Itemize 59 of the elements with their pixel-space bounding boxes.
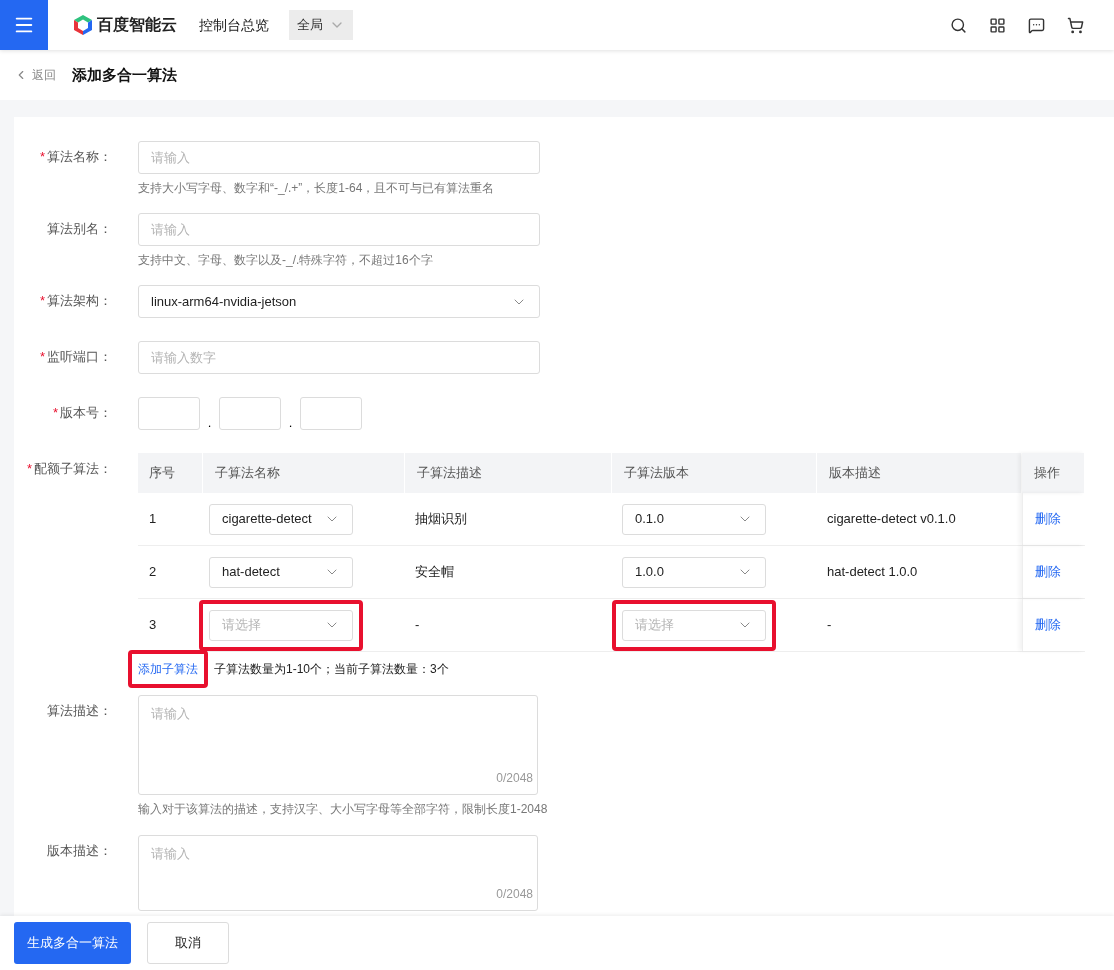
input-field[interactable]: [138, 397, 200, 430]
count-note: 子算法数量为1-10个；当前子算法数量：3个: [214, 661, 449, 678]
input-field[interactable]: [300, 397, 362, 430]
table-cell: hat-detect 1.0.0: [827, 564, 918, 580]
brand-name: 百度智能云: [97, 15, 177, 35]
table-cell: cigarette-detect v0.1.0: [827, 511, 956, 527]
field-hint: 支持大小写字母、数字和“-_/.+”，长度1-64，且不可与已有算法重名: [138, 180, 496, 197]
column-header: 序号: [149, 464, 175, 483]
field-label: *监听端口：: [39, 348, 112, 366]
back-link[interactable]: 返回: [14, 66, 56, 84]
select-field[interactable]: 0.1.0: [622, 503, 766, 535]
select-field[interactable]: 1.0.0: [622, 556, 766, 588]
column-header: 版本描述: [829, 464, 881, 483]
message-icon[interactable]: [1028, 16, 1045, 34]
console-link[interactable]: 控制台总览: [199, 14, 269, 36]
input-field[interactable]: 请输入: [138, 141, 540, 174]
grid-icon[interactable]: [989, 16, 1006, 34]
cancel-button[interactable]: 取消: [147, 922, 229, 964]
submit-button[interactable]: 生成多合一算法: [14, 922, 131, 964]
region-select[interactable]: 全局: [289, 10, 353, 40]
row-index: 3: [149, 617, 157, 633]
version-separator: .: [206, 416, 213, 430]
select-field[interactable]: hat-detect: [209, 556, 353, 588]
character-counter: 0/2048: [496, 886, 533, 903]
field-label: *版本号：: [52, 404, 112, 422]
field-label: 算法描述：: [47, 702, 112, 720]
version-separator: .: [287, 416, 294, 430]
field-label: 版本描述：: [47, 842, 112, 860]
field-label: *算法架构：: [39, 292, 112, 310]
page-title: 添加多合一算法: [72, 64, 177, 85]
field-label: *配额子算法：: [26, 460, 112, 478]
field-label: 算法别名：: [47, 220, 112, 238]
delete-link[interactable]: 删除: [1035, 562, 1061, 582]
row-index: 2: [149, 564, 157, 580]
table-cell: 安全帽: [415, 564, 454, 580]
field-hint: 输入对于该算法的描述，支持汉字、大小写字母等全部字符，限制长度1-2048: [138, 801, 548, 818]
field-label: *算法名称：: [39, 148, 112, 166]
column-header: 子算法描述: [417, 464, 482, 483]
column-header: 操作: [1034, 464, 1060, 483]
input-field[interactable]: 请输入数字: [138, 341, 540, 374]
cart-icon[interactable]: [1067, 16, 1084, 34]
logo-icon: [73, 14, 93, 36]
select-field[interactable]: cigarette-detect: [209, 503, 353, 535]
character-counter: 0/2048: [496, 770, 533, 787]
delete-link[interactable]: 删除: [1035, 509, 1061, 529]
input-field[interactable]: [219, 397, 281, 430]
field-hint: 支持中文、字母、数字以及-_/.特殊字符，不超过16个字: [138, 252, 434, 269]
column-header: 子算法版本: [624, 464, 689, 483]
table-cell: 抽烟识别: [415, 511, 467, 527]
delete-link[interactable]: 删除: [1035, 615, 1061, 635]
row-index: 1: [149, 511, 157, 527]
input-field[interactable]: 请输入: [138, 213, 540, 246]
menu-button[interactable]: [0, 0, 48, 50]
table-cell: -: [827, 617, 832, 633]
add-sub-algorithm-link[interactable]: 添加子算法: [138, 660, 198, 678]
column-header: 子算法名称: [215, 464, 280, 483]
search-icon[interactable]: [950, 16, 967, 34]
table-cell: -: [415, 617, 420, 633]
select-field[interactable]: linux-arm64-nvidia-jetson: [138, 285, 540, 318]
